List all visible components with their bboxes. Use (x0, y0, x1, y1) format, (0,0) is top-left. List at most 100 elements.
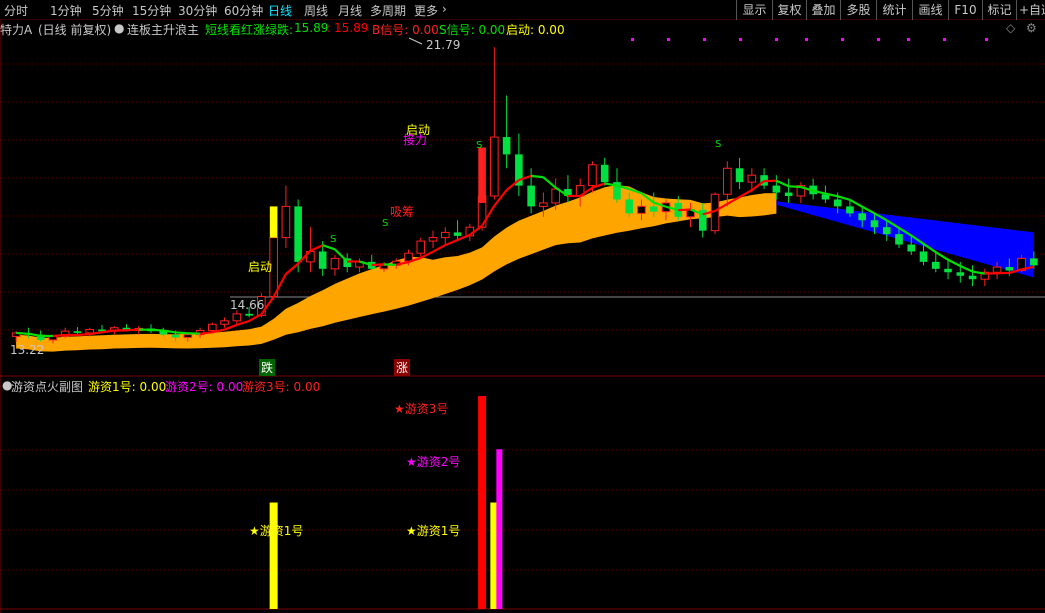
candle-body (944, 268, 952, 273)
candle-body (846, 206, 854, 214)
candle-body (637, 205, 646, 214)
candle-body (772, 185, 781, 193)
candle-body (539, 202, 548, 207)
chart-canvas (0, 20, 1045, 613)
highlight-candle-yellow (269, 206, 278, 238)
candle-body (281, 205, 291, 239)
die-marker: 跌 (259, 359, 276, 376)
candle-body (895, 234, 903, 245)
candle-body (833, 199, 842, 207)
candle-body (404, 252, 413, 262)
candle-body (625, 199, 634, 214)
ma-segment (542, 176, 557, 189)
price-label-mid: 14.66 (230, 298, 265, 312)
candle-body (600, 164, 609, 183)
sub-chart-title: 游资点火副图 (11, 380, 84, 394)
ma-segment (285, 262, 299, 275)
candle-body (379, 264, 389, 270)
candle-body (440, 231, 450, 239)
annotation-xigu: 吸筹 (390, 205, 415, 219)
ma-segment (126, 328, 139, 332)
candle-body (735, 168, 744, 183)
highlight-candle-red (478, 147, 486, 203)
s-marker-3: S (476, 140, 483, 151)
candle-body (527, 185, 535, 207)
sub-value-y3: 游资3号: 0.00 (242, 380, 321, 394)
candle-body (919, 251, 928, 262)
ma-segment (678, 208, 691, 212)
signal-dot (907, 38, 910, 41)
ma-segment (383, 263, 397, 266)
candle-body (649, 206, 658, 212)
candle-body (858, 213, 867, 221)
candle-body (245, 313, 253, 316)
ma-segment (199, 331, 213, 335)
signal-dot (877, 38, 880, 41)
zhang-marker: 涨 (394, 359, 411, 376)
candle-body (931, 261, 940, 269)
signal-dot (985, 38, 988, 41)
ma-segment (309, 244, 324, 252)
candle-body (453, 232, 462, 236)
candle-body (1005, 267, 1014, 271)
candle-body (870, 220, 879, 228)
candle-body (882, 227, 891, 235)
ma-segment (236, 319, 250, 326)
signal-dot (631, 38, 634, 41)
ma-segment (849, 198, 863, 208)
sub-bar (478, 396, 487, 609)
ma-segment (432, 244, 446, 253)
ma-segment (150, 328, 164, 332)
sub-value-y2: 游资2号: 0.00 (165, 380, 244, 394)
s-marker-1: S (330, 234, 337, 245)
annotation-qidong-1: 启动 (248, 260, 273, 274)
candle-body (490, 136, 499, 197)
ma-segment (77, 332, 90, 337)
ma-segment (52, 333, 66, 338)
candle-body (968, 275, 977, 280)
ma-segment (959, 265, 974, 273)
candle-body (318, 251, 327, 269)
blue-band-area (776, 201, 1034, 278)
candle-body (502, 137, 511, 155)
ma-segment (444, 239, 458, 247)
signal-dot (805, 38, 808, 41)
candle-body (723, 167, 732, 195)
sub-bar (496, 449, 503, 609)
candle-body (85, 328, 95, 334)
candle-body (416, 240, 426, 254)
candle-body (992, 266, 1002, 273)
star-label-y1-b: ★游资1号 (406, 524, 461, 538)
candle-body (747, 174, 757, 183)
ma-segment (224, 323, 238, 331)
annotation-jieli: 接力 (403, 133, 428, 147)
signal-dot (667, 38, 670, 41)
ma-segment (28, 332, 41, 337)
candle-body (1030, 258, 1038, 266)
ma-segment (16, 331, 29, 335)
star-label-y2: ★游资2号 (406, 455, 461, 469)
star-label-y3: ★游资3号 (394, 402, 449, 416)
candle-body (183, 334, 193, 338)
candle-body (330, 257, 340, 270)
ma-segment (531, 174, 544, 179)
candle-body (551, 188, 560, 204)
candle-body (956, 272, 965, 276)
signal-dot (739, 38, 742, 41)
signal-dot (943, 38, 946, 41)
chart-grid (0, 20, 1045, 613)
s-marker-4: S (715, 139, 722, 150)
candle-body (73, 331, 82, 333)
candle-body (294, 206, 302, 262)
ma-segment (371, 263, 385, 267)
sub-chart-bars (269, 396, 503, 609)
signal-markers (408, 37, 988, 45)
candle-body (171, 334, 180, 338)
price-label-low: 13.22 (10, 343, 45, 357)
signal-dot (841, 38, 844, 41)
s-marker-2: S (382, 218, 389, 229)
ma-segment (175, 331, 188, 335)
candle-body (220, 320, 229, 325)
high-pointer (408, 37, 423, 45)
candle-body (208, 323, 217, 332)
